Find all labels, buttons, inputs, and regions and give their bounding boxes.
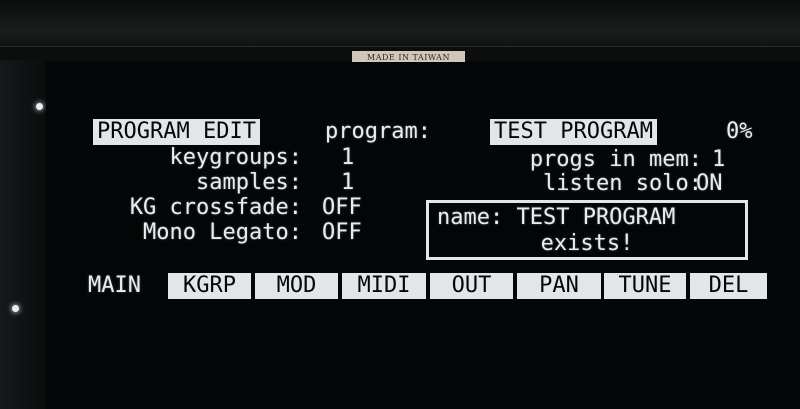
softkey-midi[interactable]: MIDI	[343, 274, 425, 298]
indicator-led	[36, 103, 43, 110]
listen-solo-label: listen solo:	[543, 171, 702, 196]
message-line-1: name: TEST PROGRAM	[437, 205, 676, 230]
softkey-out[interactable]: OUT	[431, 274, 512, 298]
percent-readout: 0%	[726, 119, 753, 144]
keygroups-value[interactable]: 1	[341, 146, 354, 170]
name-exists-message: name: TEST PROGRAM exists!	[426, 200, 748, 260]
softkey-kgrp[interactable]: KGRP	[169, 274, 250, 298]
samples-label: samples:	[196, 170, 302, 195]
program-name-field[interactable]: TEST PROGRAM	[491, 120, 656, 144]
softkey-mod[interactable]: MOD	[256, 274, 337, 298]
progs-in-mem-label: progs in mem:	[529, 147, 702, 172]
samples-value[interactable]: 1	[341, 171, 354, 195]
mono-legato-label: Mono Legato:	[143, 220, 302, 245]
softkey-pan[interactable]: PAN	[518, 274, 600, 298]
message-line-2: exists!	[540, 231, 634, 256]
softkey-main[interactable]: MAIN	[88, 274, 158, 298]
kg-crossfade-value[interactable]: OFF	[322, 196, 362, 220]
keygroups-label: keygroups:	[169, 145, 302, 170]
softkey-tune[interactable]: TUNE	[605, 274, 685, 298]
device-bezel-top	[0, 0, 800, 50]
listen-solo-value[interactable]: ON	[696, 172, 723, 196]
program-label: program:	[325, 119, 431, 144]
softkey-del[interactable]: DEL	[691, 274, 766, 298]
progs-in-mem-value: 1	[712, 147, 726, 172]
mono-legato-value[interactable]: OFF	[322, 221, 362, 245]
mode-title: PROGRAM EDIT	[94, 120, 259, 144]
device-bezel-left	[0, 60, 46, 409]
kg-crossfade-label: KG crossfade:	[129, 195, 302, 220]
indicator-led	[12, 305, 19, 312]
